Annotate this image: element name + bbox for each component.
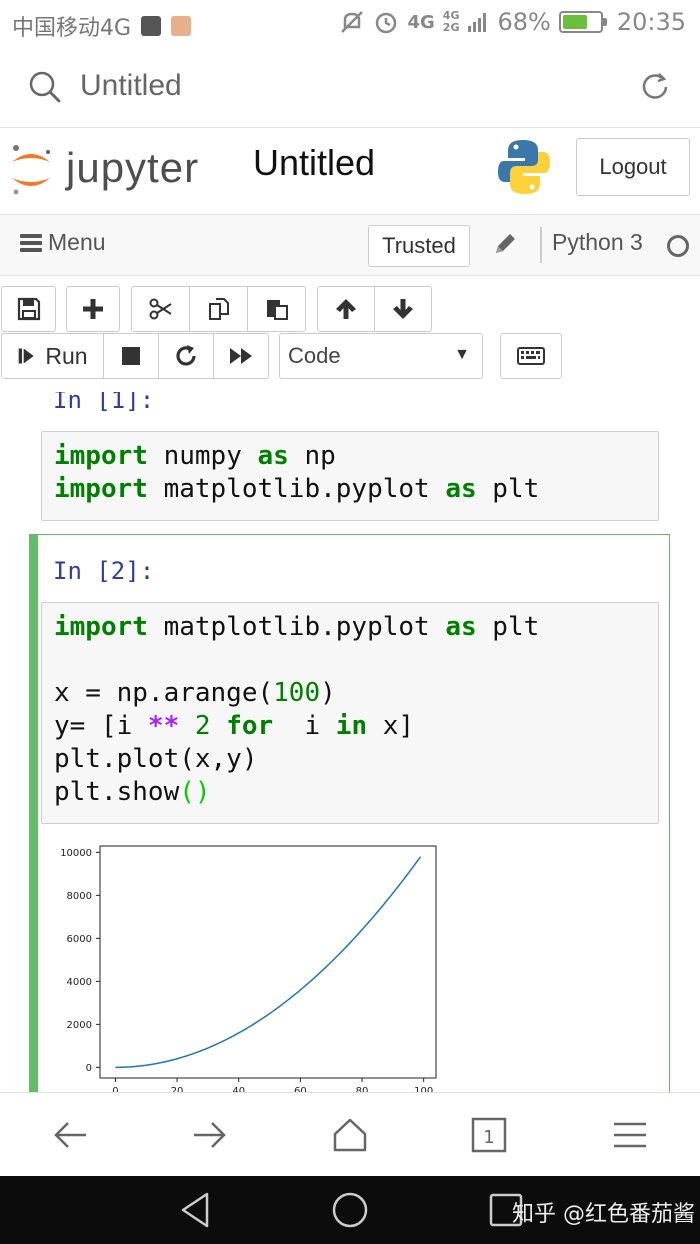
save-icon (17, 297, 40, 321)
keyboard-icon (517, 347, 545, 365)
cell-2-code-editor[interactable]: import matplotlib.pyplot as plt x = np.a… (41, 602, 659, 824)
notebook-menubar: Menu Trusted Python 3 (0, 214, 700, 276)
network-label: 4G (407, 11, 435, 33)
chevron-down-icon: ▼ (454, 346, 470, 363)
notebook-area: In [1]: import numpy as np import matplo… (0, 392, 700, 1092)
refresh-icon[interactable] (638, 70, 672, 104)
carrier-label: 中国移动4G (12, 16, 132, 41)
notebook-name[interactable]: Untitled (253, 142, 375, 184)
dual-signal-labels: 4G 2G (443, 10, 460, 34)
battery-percent: 68% (497, 8, 551, 36)
jupyter-logo-icon (12, 145, 50, 195)
step-forward-icon (19, 348, 35, 364)
stop-icon (122, 347, 140, 365)
silent-icon (341, 11, 364, 33)
search-icon[interactable] (28, 70, 62, 104)
jupyter-header: jupyter Untitled Logout (0, 128, 700, 212)
battery-icon (558, 11, 607, 33)
notification-icon (141, 16, 162, 36)
logout-button[interactable]: Logout (576, 138, 690, 196)
plot-axes-frame (99, 845, 437, 1079)
python-logo-icon (498, 140, 550, 194)
kernel-name[interactable]: Python 3 (552, 229, 643, 256)
signal-icon (468, 13, 487, 32)
cell-2-prompt: In [2]: (53, 557, 155, 585)
copy-button[interactable] (189, 286, 248, 332)
cell-1-code-editor[interactable]: import numpy as np import matplotlib.pyp… (41, 431, 659, 521)
alarm-icon (376, 12, 397, 34)
tabs-icon[interactable]: 1 (469, 1115, 509, 1155)
status-right: 4G 4G 2G 68% 20:35 (339, 8, 686, 36)
plus-icon (83, 299, 103, 319)
y-tick-label: 6000 (67, 934, 92, 945)
menu-button[interactable]: Menu (20, 229, 106, 256)
jupyter-logo[interactable]: jupyter (8, 138, 218, 202)
command-palette-button[interactable] (500, 333, 562, 379)
paste-button[interactable] (247, 286, 306, 332)
status-left: 中国移动4G (12, 10, 192, 42)
copy-icon (208, 298, 229, 320)
hamburger-icon (20, 233, 42, 252)
y-tick-label: 8000 (67, 891, 92, 902)
cell-type-value: Code (288, 343, 341, 368)
watermark: 知乎 @红色番茄酱 (512, 1202, 695, 1227)
y-tick-label: 4000 (67, 977, 92, 988)
svg-text:1: 1 (483, 1127, 494, 1148)
kernel-status-icon (667, 235, 689, 257)
y-tick-label: 0 (86, 1063, 92, 1074)
kernel-separator (540, 227, 542, 263)
arrow-up-icon (336, 299, 356, 319)
signal-label-2g: 2G (442, 21, 460, 34)
url-title[interactable]: Untitled (80, 69, 182, 103)
forward-icon[interactable] (190, 1115, 230, 1155)
jupyter-logo-text: jupyter (66, 144, 200, 191)
cell-type-select[interactable]: Code ▼ (279, 333, 483, 379)
move-down-button[interactable] (374, 286, 432, 332)
insert-cell-button[interactable] (66, 286, 120, 332)
plot-output: 0 20 40 60 80 1000200040006000800010000 (60, 845, 437, 1092)
run-button[interactable]: Run (1, 333, 104, 379)
scissors-icon (149, 298, 172, 320)
system-home-icon[interactable] (330, 1190, 370, 1230)
interrupt-kernel-button[interactable] (103, 333, 159, 379)
home-icon[interactable] (330, 1115, 370, 1155)
notebook-toolbar: Run Code ▼ (0, 276, 700, 392)
system-nav-bar: 知乎 @红色番茄酱 (0, 1176, 700, 1244)
pencil-icon[interactable] (492, 231, 518, 257)
menu-icon[interactable] (610, 1115, 650, 1155)
menu-label: Menu (48, 229, 106, 255)
y-tick-label: 2000 (67, 1020, 92, 1031)
browser-address-bar[interactable]: Untitled (0, 48, 700, 128)
status-bar: 中国移动4G 4G 4G 2G 68% 20:35 (0, 0, 700, 48)
save-button[interactable] (1, 286, 56, 332)
restart-icon (176, 345, 196, 366)
restart-run-all-button[interactable] (213, 333, 269, 379)
move-up-button[interactable] (317, 286, 375, 332)
restart-kernel-button[interactable] (158, 333, 214, 379)
run-label: Run (45, 342, 88, 369)
system-back-icon[interactable] (175, 1190, 215, 1230)
y-tick-label: 10000 (60, 848, 92, 859)
trusted-button[interactable]: Trusted (368, 225, 470, 267)
browser-nav-bar: 1 (0, 1092, 700, 1176)
arrow-down-icon (393, 299, 413, 319)
paste-icon (266, 300, 288, 320)
clock: 20:35 (616, 8, 686, 36)
app-notification-icon (171, 16, 192, 36)
cut-button[interactable] (131, 286, 190, 332)
back-icon[interactable] (50, 1115, 90, 1155)
fast-forward-icon (230, 348, 252, 364)
cell-1-prompt: In [1]: (53, 392, 155, 414)
